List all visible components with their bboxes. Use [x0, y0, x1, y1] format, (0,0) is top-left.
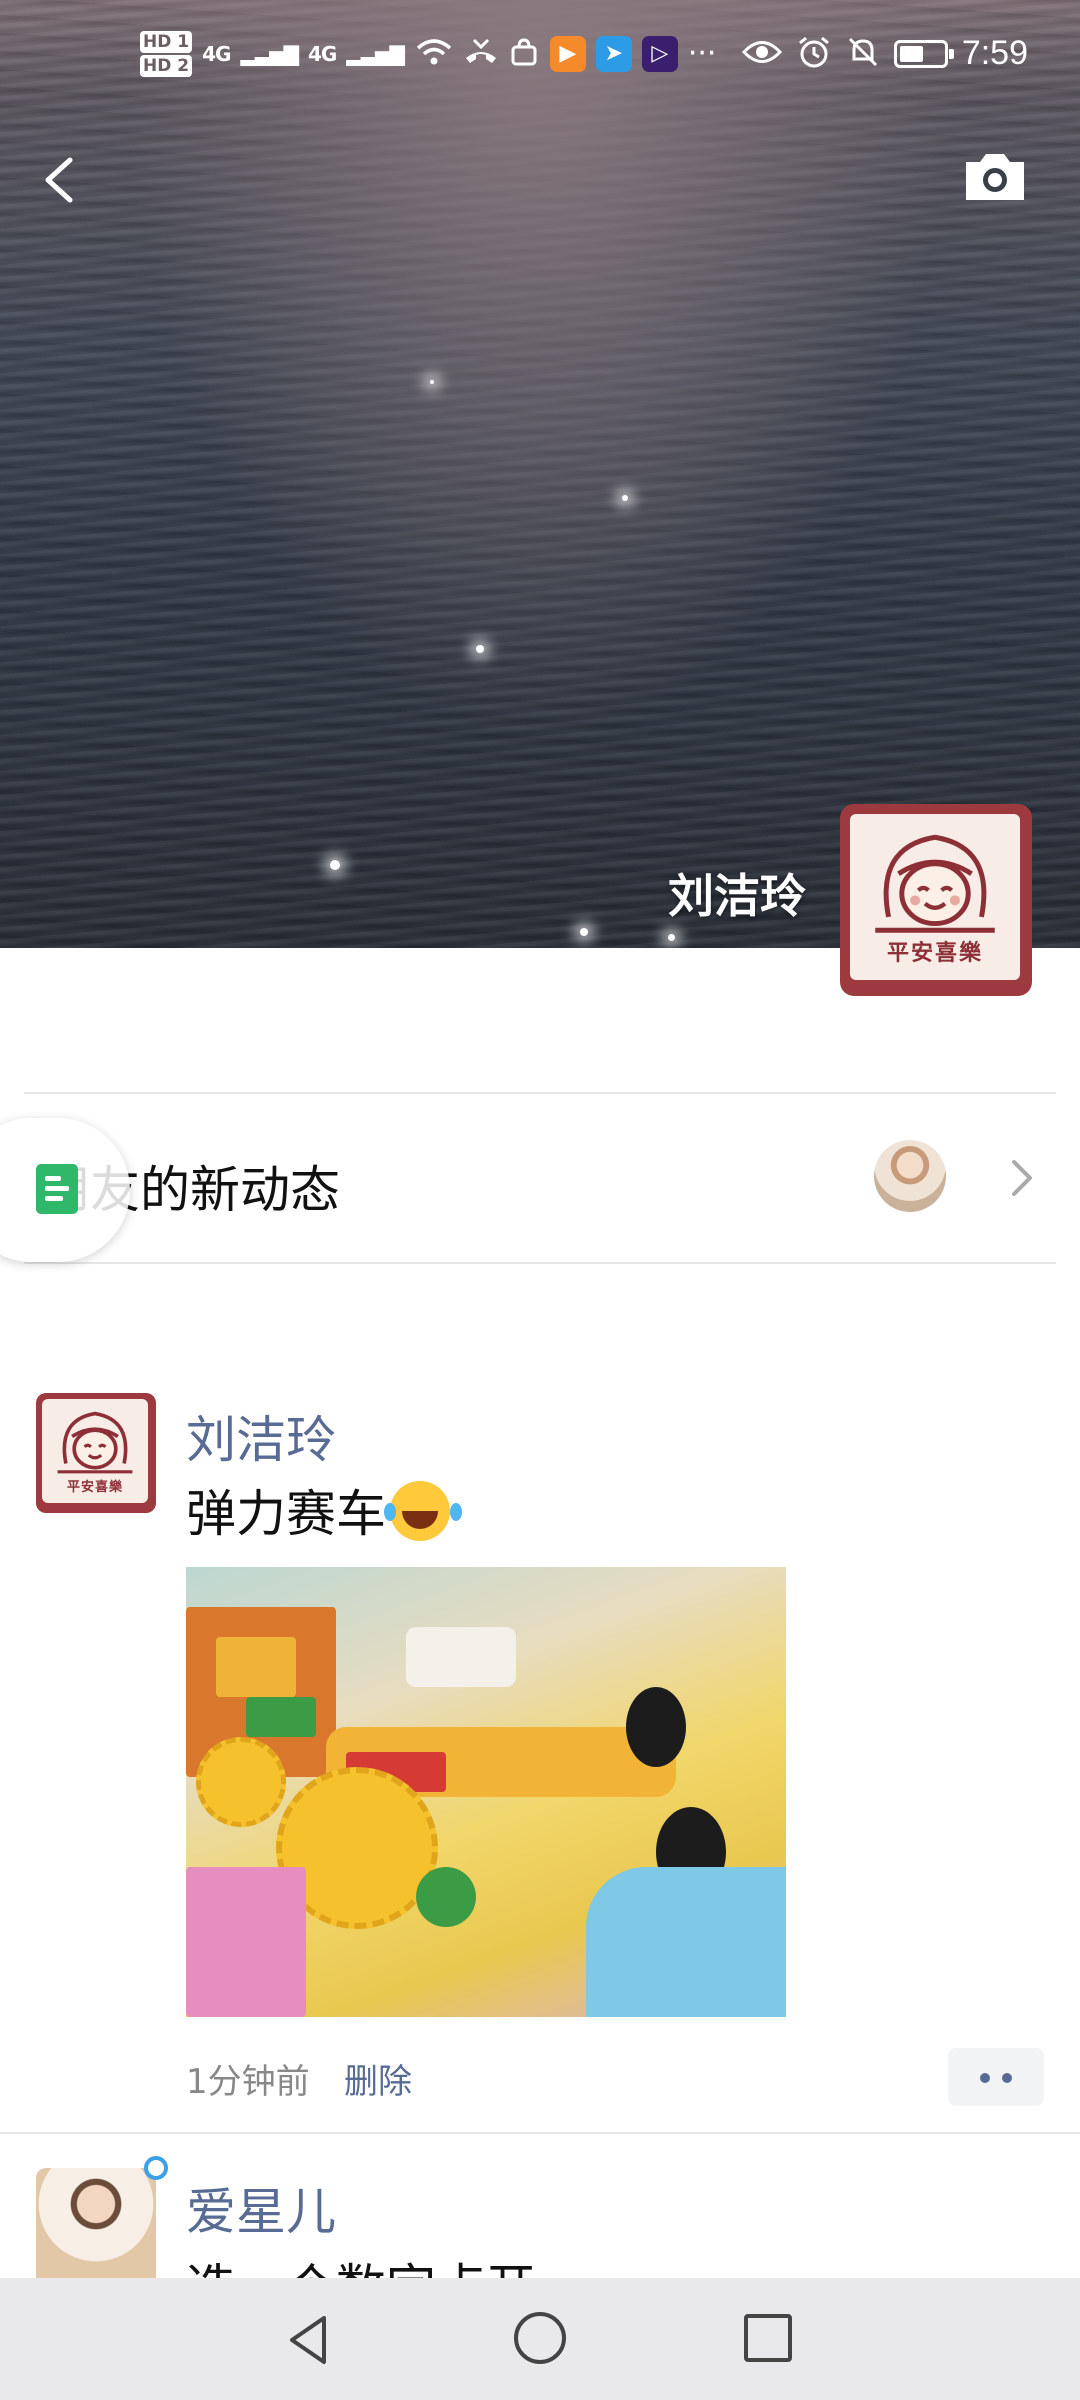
nav-back-button[interactable]: [280, 2310, 340, 2370]
status-bar: HD 1 HD 2 4G ▂▃▅▇ 4G ▂▃▅▇ ▶ ➤ ▷ ··· 7:59: [0, 0, 1080, 96]
more-actions-button[interactable]: [948, 2048, 1044, 2106]
video-app-icon: ▶: [549, 36, 586, 72]
battery-fill: [899, 45, 923, 62]
post-photo[interactable]: [186, 1567, 786, 2017]
post-timestamp: 1分钟前: [186, 2062, 310, 2102]
dot: [980, 2073, 990, 2083]
hd-indicators: HD 1 HD 2: [140, 30, 193, 78]
photo-detail: [416, 1867, 476, 1927]
divider: [24, 1262, 1056, 1264]
post-author-avatar[interactable]: 平安喜樂: [36, 1393, 156, 1513]
dot: [1002, 2073, 1012, 2083]
telegram-icon: ➤: [595, 36, 632, 72]
friend-avatar: [874, 1140, 946, 1212]
navigation-bar: [0, 2278, 1080, 2400]
sparkle: [580, 928, 588, 936]
back-button[interactable]: [32, 146, 92, 214]
mute-icon: [846, 35, 880, 73]
photo-detail: [586, 1867, 786, 2017]
triangle-back-icon: [290, 2316, 326, 2364]
nav-recents-button[interactable]: [744, 2314, 792, 2362]
sparkle: [476, 645, 484, 653]
status-ring-icon: [144, 2156, 168, 2180]
hd2-label: HD 2: [140, 55, 193, 77]
post-text-content: 弹力赛车: [186, 1485, 386, 1543]
sparkle: [330, 860, 340, 870]
laughing-tears-emoji: [384, 1481, 450, 1541]
avatar-illustration: 平安喜樂: [42, 1399, 148, 1503]
alarm-icon: [796, 35, 832, 73]
clock: 7:59: [961, 34, 1028, 72]
avatar-illustration: 平安喜樂: [850, 814, 1020, 980]
bag-icon: [508, 36, 540, 72]
photo-detail: [186, 1867, 306, 2017]
photo-detail: [196, 1737, 286, 1827]
chevron-left-icon: [45, 157, 73, 203]
camera-button[interactable]: [960, 148, 1030, 208]
photo-detail: [246, 1697, 316, 1737]
sparkle: [430, 380, 434, 384]
post-text: 弹力赛车: [186, 1474, 450, 1546]
media-app-icon: ▷: [641, 36, 678, 72]
profile-name: 刘洁玲: [668, 869, 806, 923]
status-right: 7:59: [741, 34, 1028, 73]
avatar-caption: 平安喜樂: [66, 1479, 123, 1495]
avatar-caption: 平安喜樂: [886, 940, 983, 966]
post-author-name[interactable]: 爱星儿: [186, 2172, 336, 2244]
signal-bars-icon: ▂▃▅▇: [240, 42, 299, 66]
divider: [0, 2132, 1080, 2134]
delete-button[interactable]: 删除: [344, 2054, 412, 2103]
hd1-label: HD 1: [140, 31, 193, 53]
camera-icon: [966, 154, 1024, 200]
photo-detail: [216, 1637, 296, 1697]
missed-call-icon: [464, 36, 498, 72]
nav-home-button[interactable]: [514, 2312, 566, 2364]
profile-avatar[interactable]: 平安喜樂: [840, 804, 1032, 996]
more-notifications: ···: [687, 36, 717, 71]
chevron-right-icon: [1002, 1154, 1042, 1202]
photo-detail: [626, 1687, 686, 1767]
post-author-name[interactable]: 刘洁玲: [186, 1400, 336, 1472]
sparkle: [622, 495, 628, 501]
friends-activity-row[interactable]: 朋友的新动态: [0, 1094, 1080, 1262]
battery-icon: [893, 39, 954, 68]
document-icon: [36, 1164, 78, 1214]
sparkle: [668, 934, 675, 941]
signal2-label: 4G: [307, 42, 337, 66]
status-left: HD 1 HD 2 4G ▂▃▅▇ 4G ▂▃▅▇ ▶ ➤ ▷ ···: [140, 30, 716, 78]
eye-icon: [741, 37, 782, 71]
post-author-avatar[interactable]: [36, 2168, 156, 2288]
signal1-label: 4G: [202, 42, 231, 66]
signal-bars-icon: ▂▃▅▇: [346, 42, 405, 66]
wifi-icon: [414, 36, 454, 72]
photo-detail: [406, 1627, 516, 1687]
